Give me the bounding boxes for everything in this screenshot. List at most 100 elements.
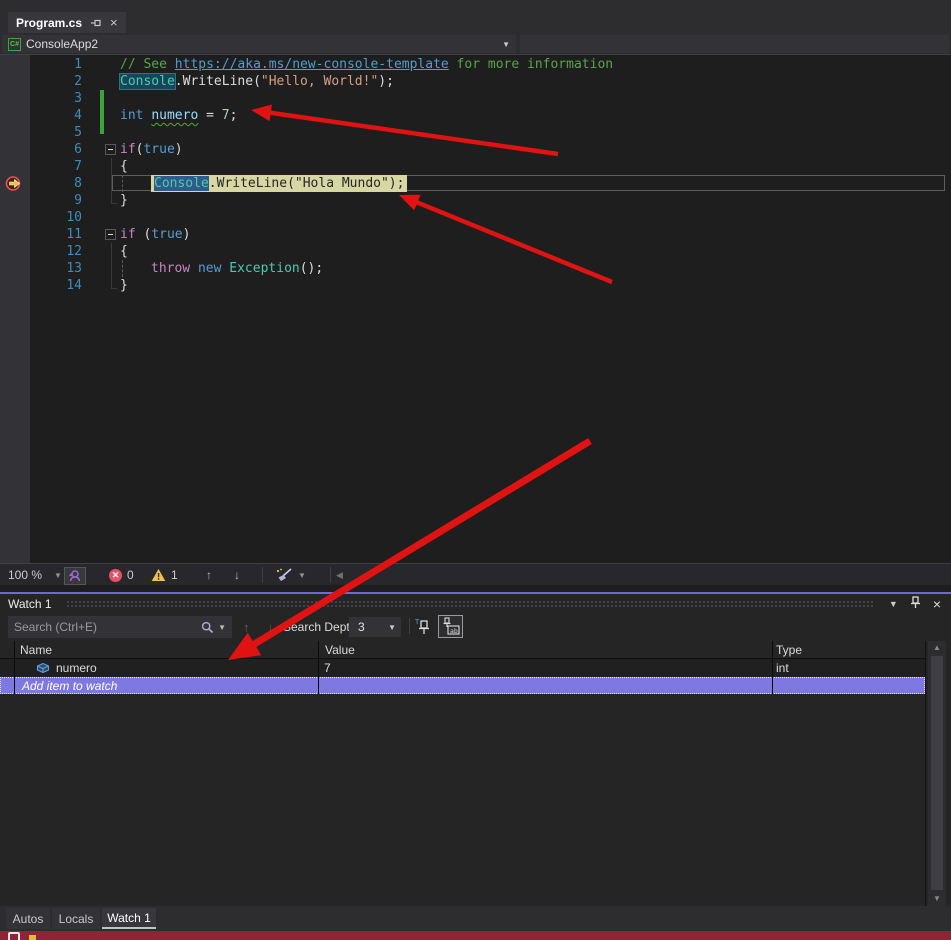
watch-grid[interactable]: Name Value Type numero 7 int Add item to… <box>0 641 951 906</box>
search-input[interactable] <box>8 620 201 634</box>
code-line-13[interactable]: 13throw new Exception(); <box>0 260 951 277</box>
code-line-12[interactable]: 12{ <box>0 243 951 260</box>
code-text: // See https://aka.ms/new-console-templa… <box>120 56 613 73</box>
watch-scrollbar[interactable]: ▲ ▼ <box>928 641 946 906</box>
code-line-1[interactable]: 1// See https://aka.ms/new-console-templ… <box>0 56 951 73</box>
statement-highlight: Console.WriteLine("Hola Mundo"); <box>151 175 407 192</box>
close-panel-icon[interactable]: × <box>933 597 941 611</box>
scroll-down-icon[interactable]: ▼ <box>928 894 946 903</box>
code-lines: 1// See https://aka.ms/new-console-templ… <box>0 56 951 336</box>
fold-collapse-icon[interactable] <box>105 144 116 155</box>
variable-icon <box>36 662 50 677</box>
scroll-up-icon[interactable]: ▲ <box>928 643 946 652</box>
chevron-down-icon[interactable]: ▼ <box>54 571 62 580</box>
tab-program-cs[interactable]: Program.cs × <box>8 12 126 33</box>
grid-column-separator[interactable] <box>772 641 773 694</box>
outlining-line <box>111 158 112 175</box>
error-count: 0 <box>127 568 134 582</box>
pin-to-source-button[interactable]: T <box>414 617 433 642</box>
hscroll-left-arrow[interactable]: ◀ <box>336 564 343 586</box>
error-indicator[interactable]: ✕ 0 <box>109 564 134 586</box>
window-position-icon[interactable]: ▼ <box>889 599 898 609</box>
tab-autos[interactable]: Autos <box>6 908 50 929</box>
watch-name[interactable]: numero <box>56 661 97 675</box>
fold-collapse-icon[interactable] <box>105 229 116 240</box>
code-line-6[interactable]: 6if(true) <box>0 141 951 158</box>
line-number: 11 <box>30 226 82 243</box>
scrollbar-thumb[interactable] <box>931 656 943 890</box>
close-tab-icon[interactable]: × <box>110 16 118 29</box>
watch-type[interactable]: int <box>776 661 789 675</box>
search-depth-dropdown[interactable]: 3 ▼ <box>349 617 401 637</box>
document-tab-strip: Program.cs × <box>0 0 951 33</box>
grid-edge <box>925 641 926 906</box>
outlining-line <box>111 243 112 260</box>
chevron-down-icon[interactable]: ▼ <box>298 571 306 580</box>
grid-header-row[interactable]: Name Value Type <box>0 641 925 659</box>
search-icon[interactable] <box>201 621 214 634</box>
column-header-value[interactable]: Value <box>325 643 355 657</box>
code-line-9[interactable]: 9} <box>0 192 951 209</box>
svg-text:T: T <box>415 618 420 626</box>
show-pinned-values-button[interactable]: ab <box>438 615 463 638</box>
zoom-control[interactable]: 100 % ▼ <box>8 564 62 586</box>
code-editor[interactable]: 1// See https://aka.ms/new-console-templ… <box>0 55 951 563</box>
code-text: throw new Exception(); <box>151 260 323 277</box>
add-watch-label: Add item to watch <box>22 679 117 693</box>
code-text: if (true) <box>120 226 190 243</box>
member-dropdown[interactable] <box>520 35 949 53</box>
broom-icon <box>275 567 293 583</box>
zoom-level: 100 % <box>8 568 42 582</box>
feedback-icon <box>64 567 86 585</box>
code-line-3[interactable]: 3 <box>0 90 951 107</box>
line-number: 10 <box>30 209 82 226</box>
prev-result-button[interactable]: ↑ <box>243 613 250 641</box>
next-result-button[interactable]: ↓ <box>267 613 274 641</box>
code-line-4[interactable]: 4int numero = 7; <box>0 107 951 124</box>
code-line-10[interactable]: 10 <box>0 209 951 226</box>
watch-panel-titlebar[interactable]: Watch 1 ▼ × <box>0 594 951 613</box>
code-line-5[interactable]: 5 <box>0 124 951 141</box>
code-line-14[interactable]: 14} <box>0 277 951 294</box>
outlining-line <box>111 277 117 289</box>
pin-panel-icon[interactable] <box>910 596 921 611</box>
watch-row-numero[interactable]: numero 7 int <box>0 659 925 677</box>
prev-issue-button[interactable]: ↑ <box>206 564 212 586</box>
line-number: 2 <box>30 73 82 90</box>
code-line-7[interactable]: 7{ <box>0 158 951 175</box>
tab-locals[interactable]: Locals <box>52 908 100 929</box>
next-issue-button[interactable]: ↓ <box>234 564 240 586</box>
current-statement-breakpoint-icon[interactable] <box>5 176 24 191</box>
titlebar-grip <box>66 600 875 608</box>
status-icon[interactable] <box>8 932 20 940</box>
column-header-name[interactable]: Name <box>20 643 52 657</box>
watch-value[interactable]: 7 <box>324 661 331 675</box>
code-line-11[interactable]: 11 if (true) <box>0 226 951 243</box>
watch-search-box[interactable]: ▼ <box>8 616 232 638</box>
chevron-down-icon[interactable]: ▼ <box>218 623 226 632</box>
editor-bottom-toolbar: 100 % ▼ ✕ 0 1 ↑ ↓ ▼ ◀ <box>0 563 951 585</box>
code-text: Console.WriteLine("Hola Mundo"); <box>151 175 407 192</box>
add-watch-row[interactable]: Add item to watch <box>0 677 925 694</box>
separator <box>262 567 263 583</box>
pin-values-icon: ab <box>439 616 462 637</box>
code-line-8[interactable]: 8Console.WriteLine("Hola Mundo"); <box>0 175 951 192</box>
panel-gap <box>0 585 951 592</box>
column-header-type[interactable]: Type <box>776 643 802 657</box>
pin-tab-icon[interactable] <box>90 17 102 29</box>
code-text: } <box>120 277 128 294</box>
feedback-button[interactable] <box>64 564 86 586</box>
code-line-2[interactable]: 2Console.WriteLine("Hello, World!"); <box>0 73 951 90</box>
line-number: 6 <box>30 141 82 158</box>
status-icon-fragment <box>29 935 36 940</box>
tab-watch-1[interactable]: Watch 1 <box>102 908 156 929</box>
vs-window: Program.cs × C# ConsoleApp2 ▼ 1// See ht… <box>0 0 951 940</box>
separator <box>330 567 331 583</box>
csharp-project-icon: C# <box>8 38 21 51</box>
project-dropdown[interactable]: C# ConsoleApp2 ▼ <box>2 35 516 53</box>
line-number: 12 <box>30 243 82 260</box>
grid-column-separator[interactable] <box>318 641 319 694</box>
warning-indicator[interactable]: 1 <box>151 564 178 586</box>
outlining-line <box>111 260 112 277</box>
code-cleanup-button[interactable]: ▼ <box>275 564 306 586</box>
